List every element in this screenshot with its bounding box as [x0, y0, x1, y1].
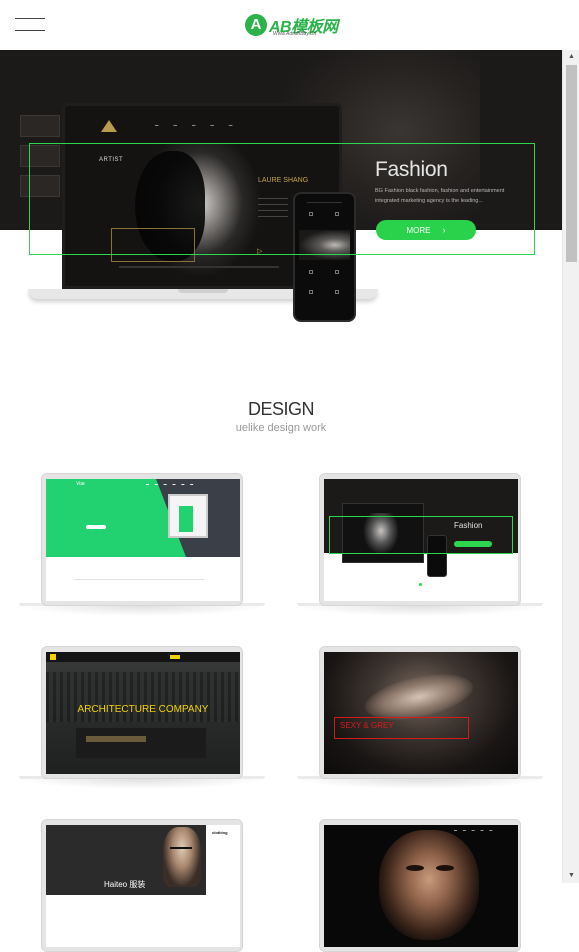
portfolio-card[interactable]: ARCHITECTURE COMPANY — [41, 646, 243, 779]
banner-description: BG Fashion black fashion, fashion and en… — [375, 188, 505, 204]
menu-line-icon — [15, 30, 45, 31]
phone-image — [299, 230, 350, 260]
laptop-notch — [178, 289, 228, 293]
vertical-scrollbar[interactable]: ▲ ▼ — [562, 50, 579, 883]
portfolio-card[interactable]: Vue ▬ ▬ ▬ ▬ ▬ ▬ — [41, 473, 243, 606]
computer-icon — [168, 494, 208, 538]
more-button-label: MORE — [406, 226, 431, 235]
portfolio-card[interactable]: Fashion — [319, 473, 521, 606]
scroll-thumb[interactable] — [566, 65, 577, 262]
site-header: A AB模板网 Www.AdminBuy.Cn — [0, 0, 562, 50]
portfolio-screenshot: SEXY & GREY — [324, 652, 518, 774]
card-label: ARCHITECTURE COMPANY — [77, 704, 209, 715]
portfolio-card[interactable]: clothing Haiteo 服装 — [41, 819, 243, 952]
logo-mark-icon: A — [245, 14, 267, 36]
phone-mockup — [293, 192, 356, 322]
chevron-right-icon: › — [442, 225, 446, 235]
play-arrow-icon: ▷ — [257, 248, 263, 255]
banner-title: Fashion — [375, 158, 448, 181]
phone-speaker — [307, 202, 342, 203]
card-label: SEXY & GREY — [340, 721, 394, 730]
portfolio-screenshot: Fashion — [324, 479, 518, 601]
section-subtitle: uelike design work — [235, 422, 327, 434]
site-logo[interactable]: A AB模板网 Www.AdminBuy.Cn — [245, 13, 340, 39]
laptop-artist-text: ARTIST — [99, 157, 124, 163]
laptop-content-box — [111, 228, 195, 262]
card-shadow — [17, 606, 267, 616]
phone-icon — [335, 212, 339, 216]
portfolio-screenshot: ARCHITECTURE COMPANY — [46, 652, 240, 774]
portfolio-screenshot: Vue ▬ ▬ ▬ ▬ ▬ ▬ — [46, 479, 240, 601]
banner-thumbnail — [20, 115, 60, 137]
menu-toggle-button[interactable] — [15, 17, 45, 33]
banner-thumbnail — [20, 175, 60, 197]
artist-logo-icon — [101, 120, 117, 132]
laptop-name-text: LAURE SHANG — [258, 177, 309, 184]
logo-subtext: Www.AdminBuy.Cn — [273, 31, 317, 37]
scroll-up-arrow-icon[interactable]: ▲ — [563, 50, 579, 64]
phone-icon — [309, 270, 313, 274]
scroll-down-arrow-icon[interactable]: ▼ — [563, 869, 579, 883]
phone-icon — [335, 270, 339, 274]
card-logo: Vue — [76, 481, 85, 487]
more-button[interactable]: MORE › — [376, 220, 476, 240]
laptop-nav: ▬ ▬ ▬ ▬ ▬ — [155, 123, 233, 127]
phone-icon — [335, 290, 339, 294]
card-shadow — [295, 779, 545, 789]
portfolio-screenshot: ▬ ▬ ▬ ▬ ▬ — [324, 825, 518, 947]
laptop-footer-bar — [119, 266, 279, 268]
section-title: DESIGN — [247, 399, 315, 419]
portfolio-card[interactable]: ▬ ▬ ▬ ▬ ▬ — [319, 819, 521, 952]
portfolio-screenshot: clothing Haiteo 服装 — [46, 825, 240, 947]
phone-icon — [309, 290, 313, 294]
banner-thumbnail — [20, 145, 60, 167]
portfolio-card[interactable]: SEXY & GREY — [319, 646, 521, 779]
card-shadow — [17, 779, 267, 789]
card-label: Haiteo 服装 — [104, 880, 146, 889]
phone-icon — [309, 212, 313, 216]
card-shadow — [295, 606, 545, 616]
menu-line-icon — [15, 18, 45, 19]
card-label: Fashion — [454, 521, 483, 530]
